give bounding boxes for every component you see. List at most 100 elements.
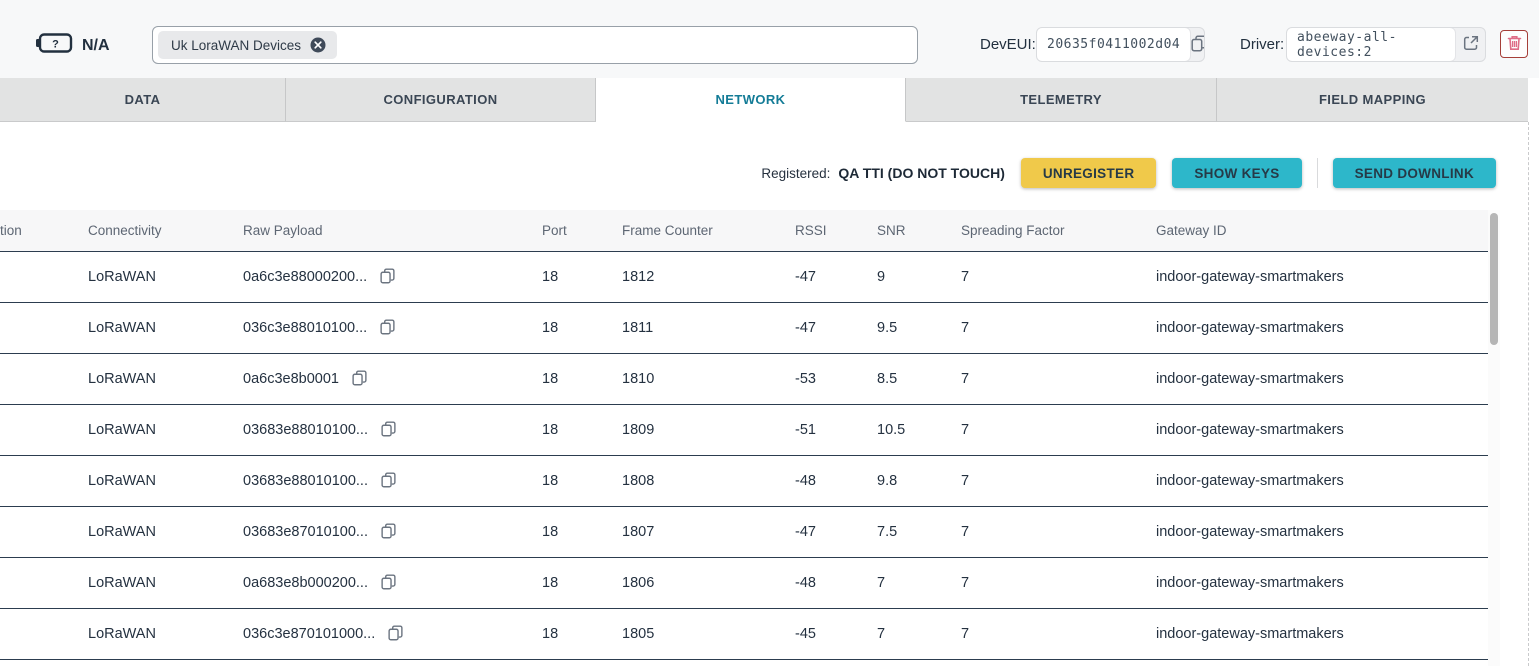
unregister-button[interactable]: UNREGISTER [1021,158,1157,188]
driver-label: Driver: [1240,36,1284,53]
snr-cell: 7 [877,626,961,642]
svg-text:?: ? [52,39,59,51]
external-link-icon [1463,35,1479,54]
tab-field-mapping[interactable]: FIELD MAPPING [1217,78,1528,122]
vertical-scrollbar[interactable] [1488,210,1500,666]
payload-copy-button[interactable] [381,523,396,542]
scrollbar-thumb[interactable] [1490,213,1498,345]
tab-configuration[interactable]: CONFIGURATION [286,78,596,122]
frame-counter-cell: 1811 [622,320,795,336]
copy-icon [381,421,396,440]
spreading-factor-cell: 7 [961,371,1156,387]
spreading-factor-cell: 7 [961,575,1156,591]
snr-cell: 7 [877,575,961,591]
column-gateway-id: Gateway ID [1156,223,1488,238]
frame-counter-cell: 1812 [622,269,795,285]
snr-cell: 9.5 [877,320,961,336]
payload-copy-button[interactable] [380,268,395,287]
deveui-copy-button[interactable] [1191,28,1205,61]
button-divider [1317,158,1318,188]
payload-copy-button[interactable] [380,319,395,338]
spreading-factor-cell: 7 [961,320,1156,336]
rssi-cell: -47 [795,320,877,336]
gateway-id-cell: indoor-gateway-smartmakers [1156,524,1488,540]
gateway-id-cell: indoor-gateway-smartmakers [1156,575,1488,591]
payload-copy-button[interactable] [352,370,367,389]
tab-telemetry[interactable]: TELEMETRY [906,78,1217,122]
table-row[interactable]: LoRaWAN 03683e88010100... 18 1809 -51 10… [0,405,1488,456]
table-row[interactable]: LoRaWAN 03683e88010100... 18 1808 -48 9.… [0,456,1488,507]
gateway-id-cell: indoor-gateway-smartmakers [1156,269,1488,285]
rssi-cell: -47 [795,269,877,285]
deveui-label: DevEUI: [980,36,1036,53]
driver-value: abeeway-all-devices:2 [1297,30,1445,60]
spreading-factor-cell: 7 [961,524,1156,540]
snr-cell: 9 [877,269,961,285]
registered-label: Registered: [761,166,830,181]
column-port: Port [542,223,622,238]
column-connectivity: Connectivity [88,223,243,238]
snr-cell: 7.5 [877,524,961,540]
network-panel: Registered: QA TTI (DO NOT TOUCH) UNREGI… [0,122,1528,666]
copy-icon [381,574,396,593]
payload-copy-button[interactable] [388,625,403,644]
copy-icon [388,625,403,644]
raw-payload-cell: 036c3e88010100... [243,320,367,336]
payload-copy-button[interactable] [381,574,396,593]
snr-cell: 8.5 [877,371,961,387]
rssi-cell: -48 [795,575,877,591]
chip-remove-icon[interactable] [310,37,326,53]
gateway-id-cell: indoor-gateway-smartmakers [1156,320,1488,336]
column-snr: SNR [877,223,961,238]
spreading-factor-cell: 7 [961,473,1156,489]
table-row[interactable]: LoRaWAN 0a683e8b000200... 18 1806 -48 7 … [0,558,1488,609]
tab-network[interactable]: NETWORK [596,78,906,122]
device-filter-chip[interactable]: Uk LoraWAN Devices [158,31,337,59]
rssi-cell: -53 [795,371,877,387]
send-downlink-button[interactable]: SEND DOWNLINK [1333,158,1496,188]
payload-copy-button[interactable] [381,421,396,440]
port-cell: 18 [542,422,622,438]
column-rssi: RSSI [795,223,877,238]
tab-bar: DATA CONFIGURATION NETWORK TELEMETRY FIE… [0,78,1528,122]
port-cell: 18 [542,473,622,489]
raw-payload-cell: 036c3e870101000... [243,626,375,642]
port-cell: 18 [542,269,622,285]
registered-network-name: QA TTI (DO NOT TOUCH) [838,165,1004,181]
device-filter-chip-label: Uk LoraWAN Devices [171,38,301,53]
registration-toolbar: Registered: QA TTI (DO NOT TOUCH) UNREGI… [761,158,1496,188]
device-search-input[interactable]: Uk LoraWAN Devices [152,26,918,64]
gateway-id-cell: indoor-gateway-smartmakers [1156,422,1488,438]
table-row[interactable]: LoRaWAN 0a6c3e8b0001 18 1810 -53 8.5 7 i… [0,354,1488,405]
raw-payload-cell: 0a6c3e8b0001 [243,371,339,387]
frame-counter-cell: 1809 [622,422,795,438]
trash-icon [1507,35,1522,54]
panel-edge-divider [1528,122,1529,666]
tab-data[interactable]: DATA [0,78,286,122]
show-keys-button[interactable]: SHOW KEYS [1172,158,1301,188]
raw-payload-cell: 0a6c3e88000200... [243,269,367,285]
spreading-factor-cell: 7 [961,422,1156,438]
rssi-cell: -47 [795,524,877,540]
copy-icon [352,370,367,389]
spreading-factor-cell: 7 [961,269,1156,285]
table-row[interactable]: LoRaWAN 0a6c3e88000200... 18 1812 -47 9 … [0,252,1488,303]
frame-counter-cell: 1810 [622,371,795,387]
raw-payload-cell: 03683e87010100... [243,524,368,540]
deveui-field: 20635f0411002d04 [1036,27,1205,62]
port-cell: 18 [542,575,622,591]
table-row[interactable]: LoRaWAN 036c3e88010100... 18 1811 -47 9.… [0,303,1488,354]
payload-copy-button[interactable] [381,472,396,491]
snr-cell: 9.8 [877,473,961,489]
driver-open-button[interactable] [1456,28,1485,61]
port-cell: 18 [542,320,622,336]
table-row[interactable]: LoRaWAN 03683e87010100... 18 1807 -47 7.… [0,507,1488,558]
deveui-value: 20635f0411002d04 [1047,37,1180,52]
connectivity-cell: LoRaWAN [88,422,243,438]
table-row[interactable]: LoRaWAN 036c3e870101000... 18 1805 -45 7… [0,609,1488,660]
rssi-cell: -48 [795,473,877,489]
connectivity-cell: LoRaWAN [88,473,243,489]
copy-icon [380,268,395,287]
delete-device-button[interactable] [1500,30,1528,58]
gateway-id-cell: indoor-gateway-smartmakers [1156,626,1488,642]
